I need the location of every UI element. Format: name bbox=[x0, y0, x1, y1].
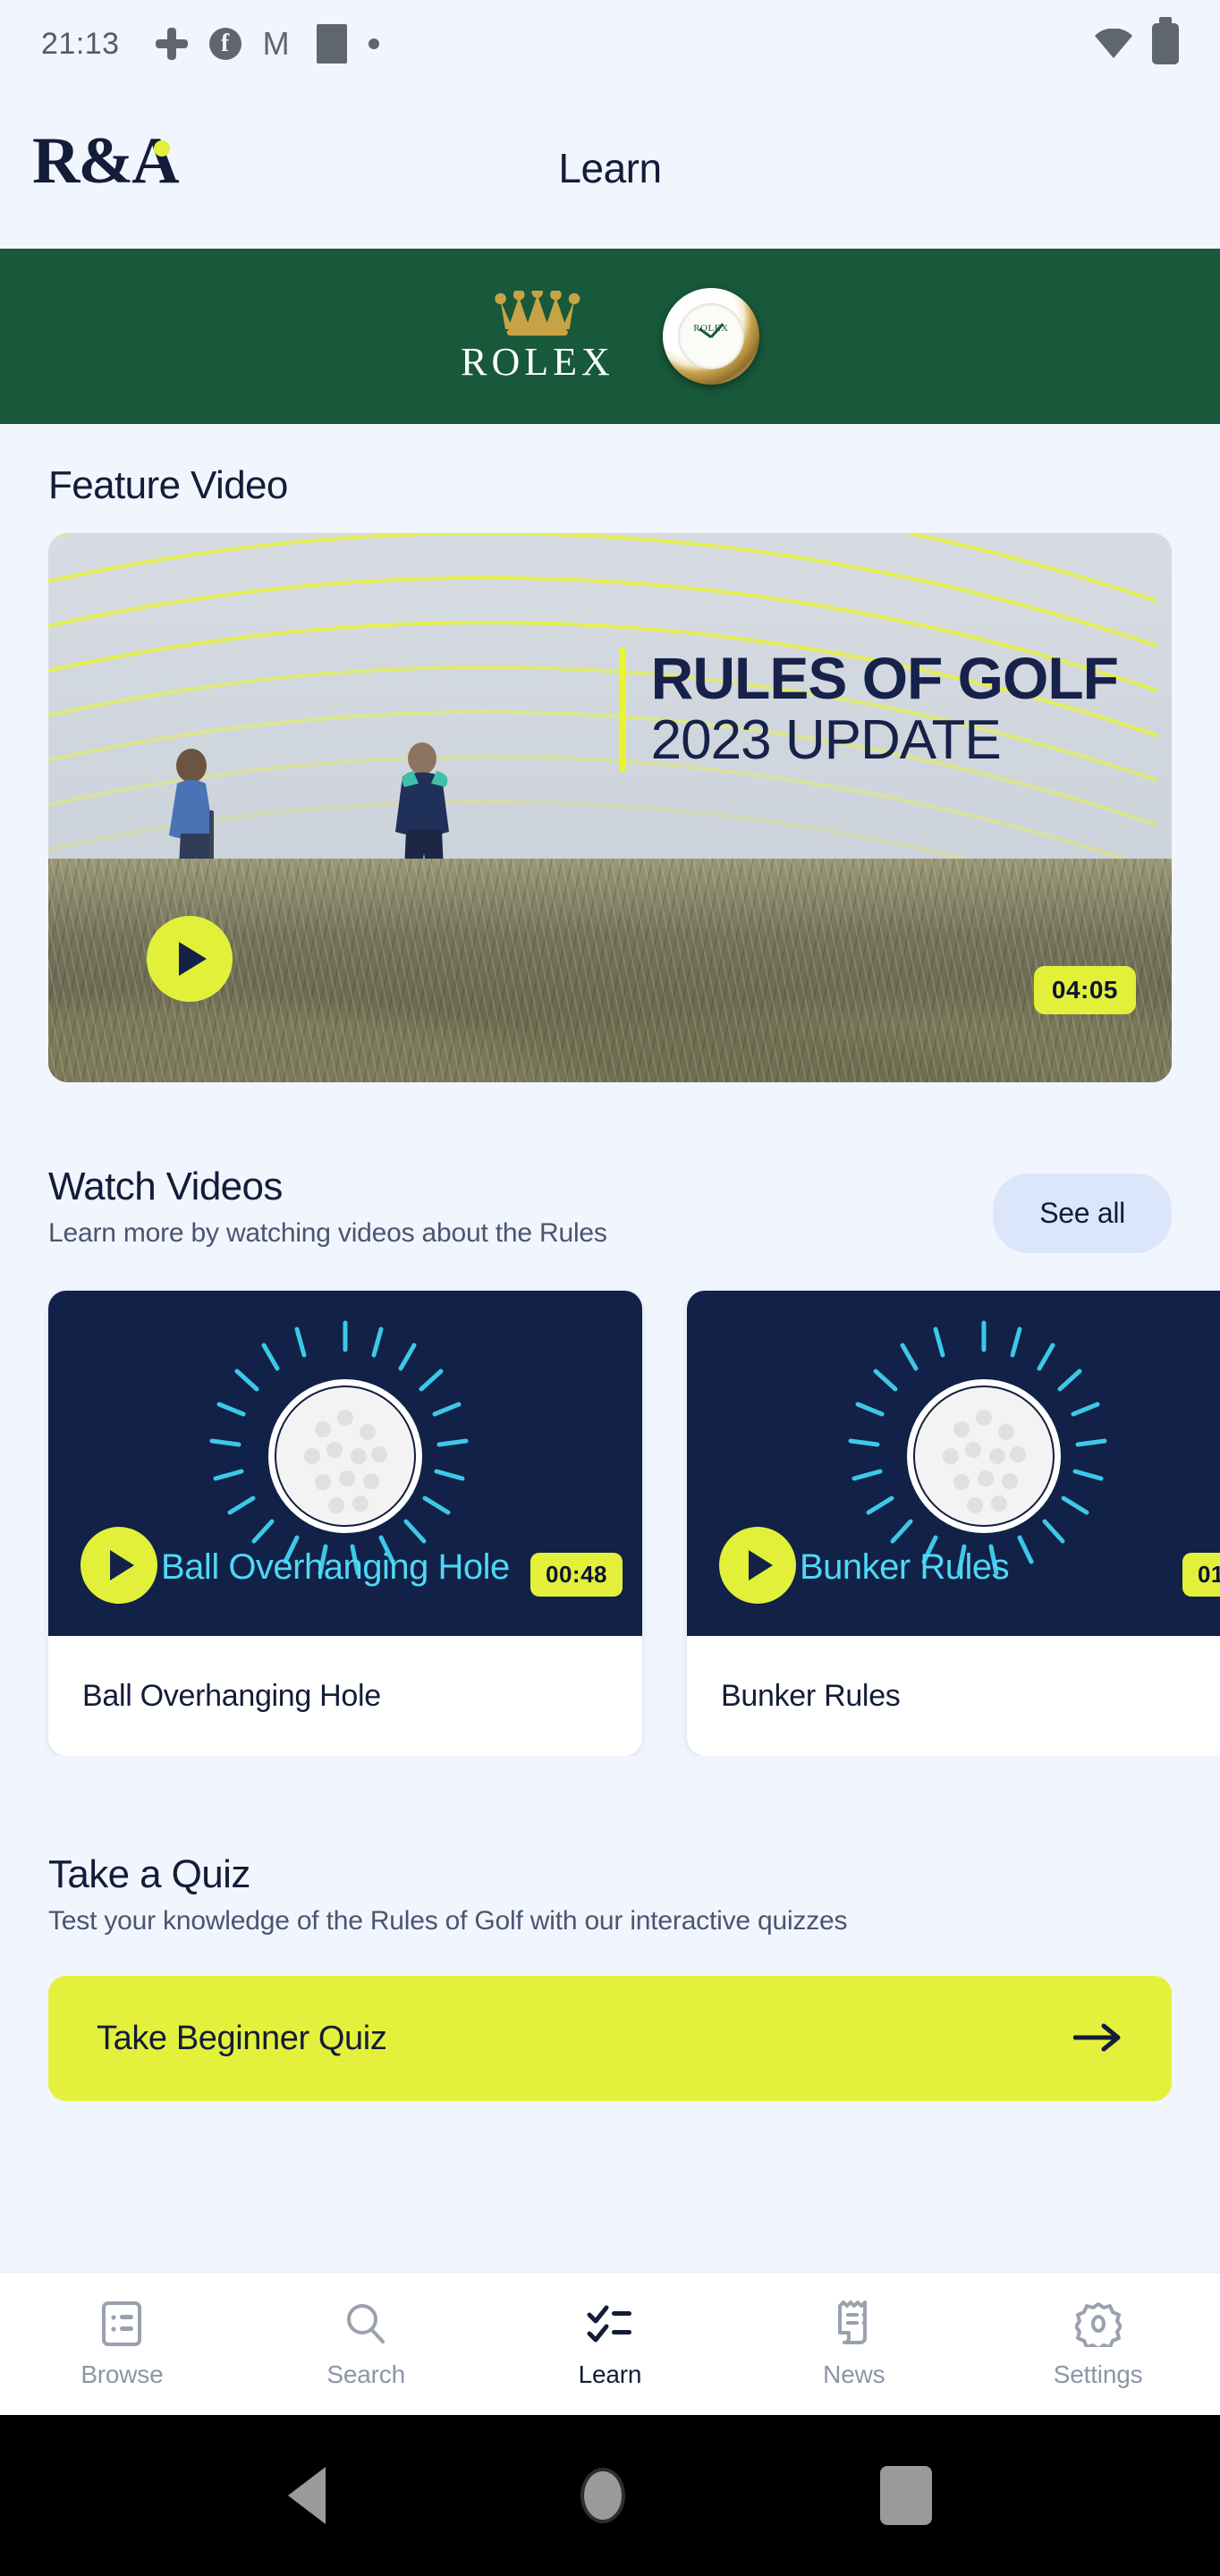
search-icon bbox=[344, 2300, 387, 2348]
video-play-button[interactable] bbox=[719, 1527, 796, 1604]
quiz-title: Take a Quiz bbox=[48, 1852, 250, 1896]
watch-dial-label: ROLEX bbox=[693, 323, 729, 334]
tab-settings[interactable]: Settings bbox=[976, 2300, 1220, 2389]
take-beginner-quiz-button[interactable]: Take Beginner Quiz bbox=[48, 1976, 1172, 2101]
dot-icon bbox=[368, 38, 379, 49]
tab-news[interactable]: News bbox=[732, 2300, 976, 2389]
status-bar-system-icons bbox=[1093, 17, 1179, 64]
quiz-button-label: Take Beginner Quiz bbox=[97, 2019, 387, 2057]
feature-video-header: Feature Video bbox=[0, 424, 1220, 533]
video-thumbnail[interactable]: Bunker Rules 01:2 bbox=[687, 1291, 1220, 1636]
video-card[interactable]: Ball Overhanging Hole 00:48 Ball Overhan… bbox=[48, 1291, 642, 1756]
quiz-subtitle: Test your knowledge of the Rules of Golf… bbox=[48, 1906, 848, 1936]
slack-icon bbox=[155, 28, 188, 60]
gear-icon bbox=[1074, 2300, 1122, 2348]
rolex-watch-image: ROLEX bbox=[662, 288, 759, 385]
video-duration-badge: 01:2 bbox=[1182, 1553, 1220, 1597]
tab-learn-label: Learn bbox=[578, 2360, 642, 2388]
feature-duration-badge: 04:05 bbox=[1033, 966, 1136, 1014]
ra-logo-dot-icon bbox=[154, 140, 170, 157]
checklist-icon bbox=[587, 2300, 633, 2348]
rolex-wordmark: ROLEX bbox=[461, 340, 614, 384]
tab-browse[interactable]: Browse bbox=[0, 2300, 244, 2389]
watch-videos-title: Watch Videos bbox=[48, 1165, 283, 1208]
quiz-header: Take a Quiz Test your knowledge of the R… bbox=[0, 1756, 1220, 1936]
facebook-icon: f bbox=[208, 28, 241, 60]
wifi-icon bbox=[1093, 29, 1134, 59]
play-icon bbox=[748, 1550, 773, 1580]
tab-news-label: News bbox=[823, 2360, 885, 2388]
android-recents-button[interactable] bbox=[879, 2466, 932, 2525]
hero-headline-line1: RULES OF GOLF bbox=[650, 645, 1119, 711]
browse-list-icon bbox=[101, 2300, 142, 2348]
sponsor-banner-rolex[interactable]: ROLEX ROLEX bbox=[0, 249, 1220, 424]
status-bar-clock: 21:13 bbox=[41, 26, 120, 61]
video-card-title: Ball Overhanging Hole bbox=[82, 1678, 381, 1713]
feature-video-title: Feature Video bbox=[48, 463, 288, 507]
watch-videos-header: Watch Videos Learn more by watching vide… bbox=[0, 1082, 1220, 1253]
video-overlay-title: Bunker Rules bbox=[800, 1547, 1010, 1587]
arrow-right-icon bbox=[1072, 2022, 1123, 2055]
play-icon bbox=[109, 1550, 134, 1580]
scroll-content: Feature Video RULES OF GOLF 2023 UPDATE … bbox=[0, 424, 1220, 2101]
android-home-button[interactable] bbox=[580, 2468, 625, 2523]
watch-videos-subtitle: Learn more by watching videos about the … bbox=[48, 1218, 607, 1248]
play-icon bbox=[179, 942, 207, 976]
gmail-icon: M bbox=[262, 25, 290, 62]
ra-logo: R&A bbox=[32, 124, 180, 208]
status-bar-notification-icons: f M bbox=[155, 24, 379, 64]
watch-videos-carousel[interactable]: Ball Overhanging Hole 00:48 Ball Overhan… bbox=[0, 1253, 1220, 1756]
android-back-button[interactable] bbox=[288, 2467, 326, 2524]
news-receipt-icon bbox=[835, 2300, 874, 2348]
video-duration-badge: 00:48 bbox=[530, 1553, 623, 1597]
video-card-footer: Bunker Rules bbox=[687, 1636, 1220, 1756]
status-bar: 21:13 f M bbox=[0, 0, 1220, 88]
bottom-tab-bar: Browse Search Learn News Settings bbox=[0, 2272, 1220, 2415]
video-card-footer: Ball Overhanging Hole bbox=[48, 1636, 642, 1756]
video-thumbnail[interactable]: Ball Overhanging Hole 00:48 bbox=[48, 1291, 642, 1636]
page-title: Learn bbox=[558, 145, 662, 191]
tab-settings-label: Settings bbox=[1053, 2360, 1143, 2388]
battery-icon bbox=[1152, 17, 1179, 64]
hero-headline-line2: 2023 UPDATE bbox=[650, 708, 1002, 771]
android-system-nav bbox=[0, 2415, 1220, 2576]
hero-headline: RULES OF GOLF 2023 UPDATE bbox=[618, 645, 1119, 772]
app-bar: R&A Learn bbox=[0, 88, 1220, 249]
see-all-button[interactable]: See all bbox=[993, 1174, 1172, 1253]
tab-learn[interactable]: Learn bbox=[488, 2300, 733, 2389]
rolex-brand: ROLEX bbox=[461, 291, 614, 382]
app-square-icon bbox=[316, 24, 347, 64]
tab-search[interactable]: Search bbox=[244, 2300, 488, 2389]
rolex-crown-icon bbox=[495, 291, 580, 336]
video-play-button[interactable] bbox=[80, 1527, 157, 1604]
feature-play-button[interactable] bbox=[147, 916, 233, 1002]
video-card[interactable]: Bunker Rules 01:2 Bunker Rules bbox=[687, 1291, 1220, 1756]
tab-browse-label: Browse bbox=[80, 2360, 164, 2388]
feature-video-card[interactable]: RULES OF GOLF 2023 UPDATE 04:05 bbox=[48, 533, 1172, 1082]
ra-logo-text: R&A bbox=[32, 124, 180, 198]
video-overlay-title: Ball Overhanging Hole bbox=[161, 1547, 510, 1587]
tab-search-label: Search bbox=[326, 2360, 405, 2388]
video-card-title: Bunker Rules bbox=[721, 1678, 901, 1713]
